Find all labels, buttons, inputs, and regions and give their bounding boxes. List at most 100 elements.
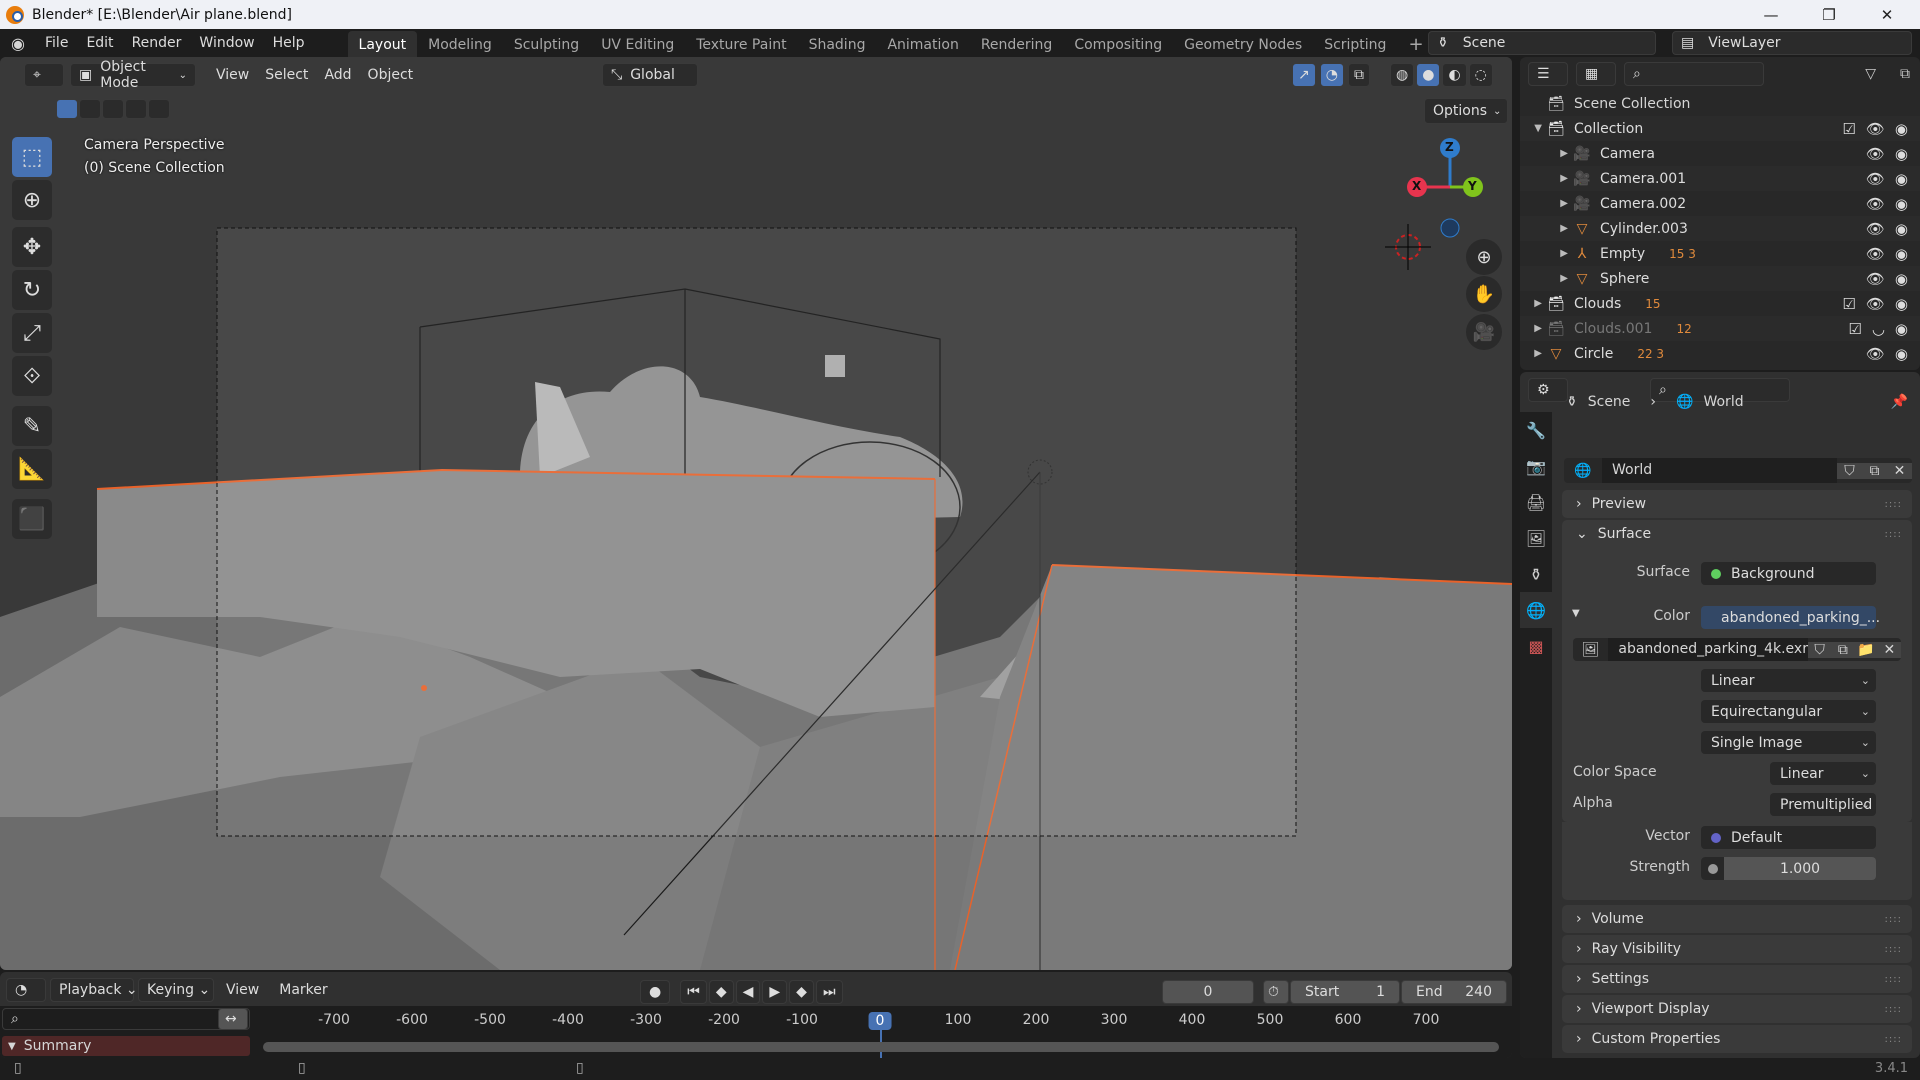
preview-panel[interactable]: › Preview::::: [1562, 490, 1912, 518]
outliner-item[interactable]: ▶ ▽ Sphere 👁 ◉: [1520, 266, 1920, 291]
world-name-field[interactable]: World: [1602, 458, 1837, 483]
surface-shader-field[interactable]: Background: [1701, 562, 1876, 585]
eye-icon[interactable]: 👁: [1866, 145, 1885, 163]
duplicate-world-button[interactable]: ⧉: [1862, 462, 1887, 479]
render-tab-icon[interactable]: 📷: [1520, 448, 1552, 484]
vector-input-field[interactable]: Default: [1701, 826, 1876, 849]
rotate-tool[interactable]: ↻: [12, 270, 52, 310]
blender-menu-icon[interactable]: ◉: [0, 34, 36, 53]
menu-object[interactable]: Object: [360, 63, 422, 87]
outliner-item[interactable]: ▶ 🎥 Camera 👁 ◉: [1520, 141, 1920, 166]
view-layer-selector[interactable]: ▤ ViewLayer: [1672, 31, 1912, 55]
select-intersect-button[interactable]: [148, 99, 170, 119]
projection-dropdown[interactable]: Equirectangular ⌄: [1701, 700, 1876, 723]
unlink-world-button[interactable]: ✕: [1887, 462, 1912, 479]
image-fake-user-button[interactable]: ⛉: [1807, 641, 1832, 658]
volume-panel[interactable]: › Volume::::: [1562, 905, 1912, 933]
minimize-button[interactable]: —: [1742, 0, 1800, 29]
eye-icon[interactable]: 👁: [1866, 295, 1885, 313]
color-space-dropdown[interactable]: Linear ⌄: [1770, 762, 1876, 785]
tab-compositing[interactable]: Compositing: [1063, 31, 1173, 57]
tab-rendering[interactable]: Rendering: [970, 31, 1064, 57]
image-name-field[interactable]: abandoned_parking_4k.exr: [1608, 638, 1808, 661]
render-camera-icon[interactable]: ◉: [1895, 345, 1908, 363]
expand-arrow-icon[interactable]: ▶: [1520, 273, 1572, 284]
render-camera-icon[interactable]: ◉: [1895, 120, 1908, 138]
mode-selector[interactable]: ▣ Object Mode ⌄: [70, 59, 196, 91]
expand-arrow-icon[interactable]: ▶: [1520, 148, 1572, 159]
gizmo-z-label[interactable]: Z: [1445, 140, 1454, 154]
options-button[interactable]: Options ⌄: [1424, 98, 1508, 124]
outliner-item[interactable]: ▶ ⅄ Empty 15 3 👁 ◉: [1520, 241, 1920, 266]
new-collection-icon[interactable]: ⧉: [1900, 66, 1910, 82]
close-button[interactable]: ✕: [1858, 0, 1916, 29]
image-unlink-button[interactable]: ✕: [1877, 641, 1902, 658]
outliner-item[interactable]: ▶ 🗃 Clouds.001 12 ☑ ◡ ◉: [1520, 316, 1920, 341]
surface-panel-header[interactable]: ⌄ Surface::::: [1562, 520, 1912, 548]
strength-slider[interactable]: 1.000: [1701, 857, 1876, 880]
menu-render[interactable]: Render: [123, 35, 191, 51]
gizmo-toggle-button[interactable]: ↗: [1292, 63, 1316, 87]
ray-visibility-panel[interactable]: › Ray Visibility::::: [1562, 935, 1912, 963]
outliner-item[interactable]: ▶ ▽ Cylinder.003 👁 ◉: [1520, 216, 1920, 241]
menu-add[interactable]: Add: [316, 63, 359, 87]
menu-file[interactable]: File: [36, 35, 77, 51]
image-duplicate-button[interactable]: ⧉: [1831, 641, 1855, 658]
gizmo-y-label[interactable]: Y: [1468, 179, 1477, 193]
render-camera-icon[interactable]: ◉: [1895, 170, 1908, 188]
annotate-tool[interactable]: ✎: [12, 406, 52, 446]
expand-arrow-icon[interactable]: ▶: [1520, 298, 1546, 309]
editor-type-button[interactable]: ⌖: [24, 63, 64, 87]
eye-closed-icon[interactable]: ◡: [1872, 320, 1885, 338]
render-camera-icon[interactable]: ◉: [1895, 320, 1908, 338]
scene-tab-icon[interactable]: ⚱: [1520, 556, 1552, 592]
expand-arrow-icon[interactable]: ▶: [1520, 323, 1546, 334]
transform-tool[interactable]: ⟐: [12, 356, 52, 396]
3d-viewport[interactable]: Z X Y ⌖ ▣ Object Mode ⌄ View Select Add …: [0, 57, 1512, 970]
eye-icon[interactable]: 👁: [1866, 345, 1885, 363]
select-new-button[interactable]: [56, 99, 78, 119]
alpha-dropdown[interactable]: Premultiplied ⌄: [1770, 793, 1876, 816]
outliner-search-input[interactable]: ⌕: [1624, 62, 1764, 86]
eye-icon[interactable]: 👁: [1866, 120, 1885, 138]
wireframe-shading-button[interactable]: ◍: [1390, 63, 1415, 87]
tab-scripting[interactable]: Scripting: [1313, 31, 1397, 57]
camera-view-icon[interactable]: 🎥: [1466, 314, 1502, 350]
select-invert-button[interactable]: [125, 99, 147, 119]
expand-arrow-icon[interactable]: ▶: [1520, 198, 1572, 209]
measure-tool[interactable]: 📐: [12, 449, 52, 489]
open-image-folder-icon[interactable]: 📁: [1854, 641, 1878, 658]
custom-properties-panel[interactable]: › Custom Properties::::: [1562, 1025, 1912, 1053]
eye-icon[interactable]: 👁: [1866, 245, 1885, 263]
tab-texture-paint[interactable]: Texture Paint: [685, 31, 797, 57]
expand-arrow-icon[interactable]: ▶: [1520, 348, 1546, 359]
select-extend-button[interactable]: [79, 99, 101, 119]
material-shading-button[interactable]: ◐: [1442, 63, 1467, 87]
playhead[interactable]: 0: [868, 1012, 892, 1030]
world-tab-icon[interactable]: 🌐: [1520, 592, 1552, 628]
render-camera-icon[interactable]: ◉: [1895, 295, 1908, 313]
properties-editor-type-button[interactable]: ⚙: [1528, 378, 1568, 402]
eye-icon[interactable]: 👁: [1866, 170, 1885, 188]
overlay-toggle-button[interactable]: ◔: [1319, 63, 1344, 87]
eye-icon[interactable]: 👁: [1866, 195, 1885, 213]
output-tab-icon[interactable]: 🖨: [1520, 484, 1552, 520]
transform-orientation-selector[interactable]: ⤡ Global: [602, 63, 698, 87]
pan-hand-icon[interactable]: ✋: [1466, 276, 1502, 312]
add-cube-tool[interactable]: ⬛: [12, 499, 52, 539]
tab-sculpting[interactable]: Sculpting: [503, 31, 590, 57]
select-box-tool[interactable]: ⬚: [12, 137, 52, 177]
cursor-tool[interactable]: ⊕: [12, 180, 52, 220]
menu-edit[interactable]: Edit: [77, 35, 122, 51]
eye-icon[interactable]: 👁: [1866, 270, 1885, 288]
expand-arrow-icon[interactable]: ▶: [1520, 223, 1572, 234]
outliner-root[interactable]: 🗃 Scene Collection: [1520, 91, 1920, 116]
zoom-icon[interactable]: ⊕: [1466, 239, 1502, 275]
timeline-scrollbar[interactable]: [263, 1042, 1499, 1052]
world-browse-button[interactable]: 🌐: [1564, 463, 1602, 479]
settings-panel[interactable]: › Settings::::: [1562, 965, 1912, 993]
render-camera-icon[interactable]: ◉: [1895, 245, 1908, 263]
menu-view[interactable]: View: [208, 63, 257, 87]
render-camera-icon[interactable]: ◉: [1895, 270, 1908, 288]
gizmo-x-label[interactable]: X: [1412, 179, 1421, 193]
